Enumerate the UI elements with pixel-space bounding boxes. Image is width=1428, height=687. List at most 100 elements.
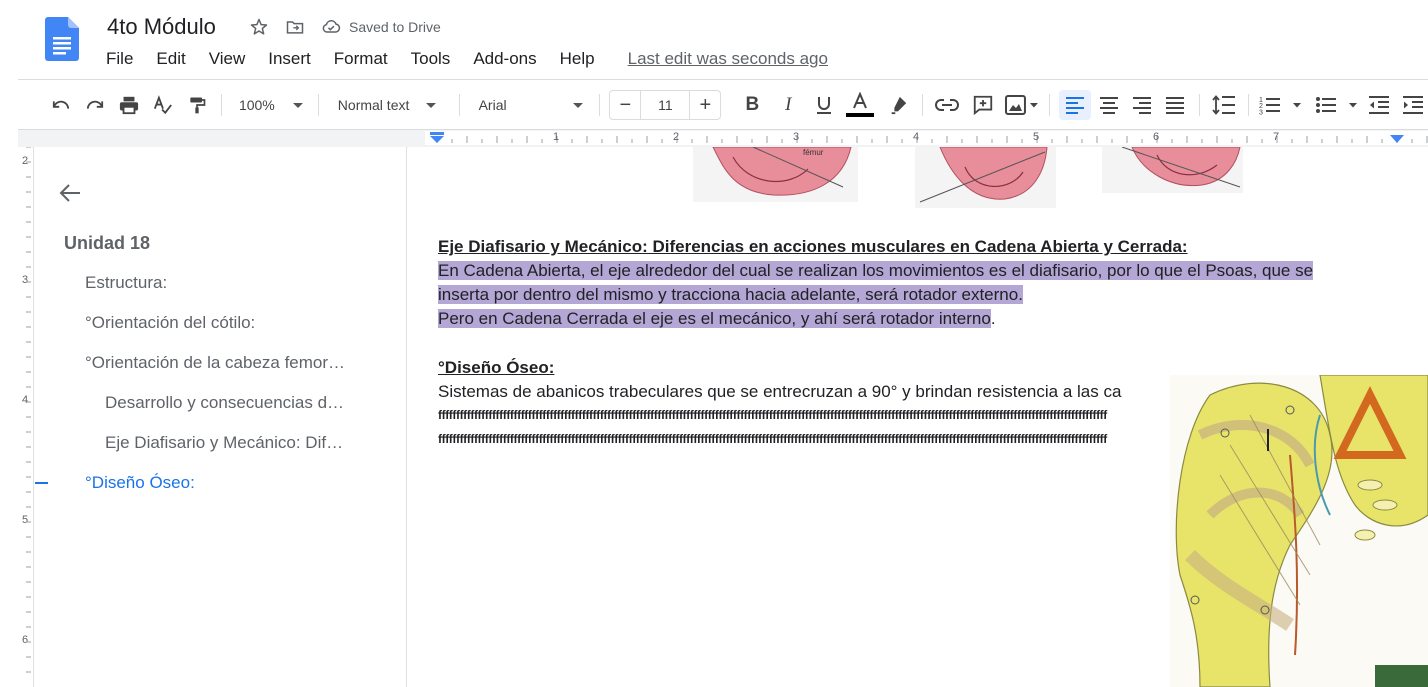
paragraph-cadena-abierta-1[interactable]: En Cadena Abierta, el eje alrededor del … xyxy=(438,261,1314,281)
outline-item-orientacion-cotilo[interactable]: °Orientación del cótilo: xyxy=(85,313,255,333)
chevron-down-icon xyxy=(572,102,583,108)
zoom-dropdown[interactable]: 100% xyxy=(231,97,309,113)
last-edit-link[interactable]: Last edit was seconds ago xyxy=(628,49,836,69)
highlighted-text: Pero en Cadena Cerrada el eje es el mecá… xyxy=(438,309,991,328)
close-outline-arrow-icon[interactable] xyxy=(59,183,81,208)
chevron-down-icon xyxy=(426,102,437,108)
highlighted-text: En Cadena Abierta, el eje alrededor del … xyxy=(438,261,1314,280)
hip-figure-1[interactable]: fémur xyxy=(693,147,858,202)
ruler-number: 2 xyxy=(673,131,680,143)
print-icon[interactable] xyxy=(114,90,144,120)
menu-tools[interactable]: Tools xyxy=(411,49,459,69)
outline-item-diseno-oseo[interactable]: °Diseño Óseo: xyxy=(85,473,195,493)
horizontal-ruler[interactable]: 1 2 3 4 5 6 7 xyxy=(425,131,1428,145)
chevron-down-icon xyxy=(292,102,303,108)
add-comment-icon[interactable] xyxy=(968,90,998,120)
bulleted-list-icon[interactable] xyxy=(1314,90,1362,120)
fig-label: fémur xyxy=(803,148,824,157)
menu-file[interactable]: File xyxy=(106,49,141,69)
redo-icon[interactable] xyxy=(80,90,110,120)
increase-indent-icon[interactable] xyxy=(1398,90,1428,120)
paragraph-cadena-cerrada[interactable]: Pero en Cadena Cerrada el eje es el mecá… xyxy=(438,309,996,329)
highlighted-text: inserta por dentro del mismo y tracciona… xyxy=(438,285,1023,304)
style-dropdown[interactable]: Normal text xyxy=(328,97,450,113)
font-size-control: − 11 + xyxy=(609,90,722,120)
heading-diseno-oseo[interactable]: °Diseño Óseo: xyxy=(438,358,554,378)
insert-image-icon[interactable] xyxy=(1004,90,1040,120)
highlight-color-icon[interactable] xyxy=(883,90,913,120)
header: 4to Módulo Saved to Drive File Edit View… xyxy=(0,0,1428,80)
outline-item-eje-diafisario[interactable]: Eje Diafisario y Mecánico: Dif… xyxy=(105,433,343,453)
menu-bar: File Edit View Insert Format Tools Add-o… xyxy=(106,49,836,69)
outline-title[interactable]: Unidad 18 xyxy=(64,233,150,254)
line-spacing-icon[interactable] xyxy=(1209,90,1239,120)
menu-edit[interactable]: Edit xyxy=(156,49,193,69)
font-dropdown[interactable]: Arial xyxy=(469,97,591,113)
align-justify-icon[interactable] xyxy=(1160,90,1190,120)
decrease-font-size-button[interactable]: − xyxy=(610,91,640,119)
numbered-list-icon[interactable]: 123 xyxy=(1258,90,1306,120)
toolbar-separator xyxy=(599,94,601,116)
undo-icon[interactable] xyxy=(46,90,76,120)
ruler-number: 5 xyxy=(1033,131,1040,143)
paragraph-abanicos[interactable]: Sistemas de abanicos trabeculares que se… xyxy=(438,382,1121,402)
hip-figure-3[interactable] xyxy=(1102,147,1243,193)
decrease-indent-icon[interactable] xyxy=(1364,90,1394,120)
toolbar-separator xyxy=(220,94,222,116)
ruler-number: 7 xyxy=(1273,131,1280,143)
paint-format-icon[interactable] xyxy=(182,90,212,120)
docs-logo-icon[interactable] xyxy=(45,17,79,61)
document-page[interactable]: fémur Eje Diafisario y Mecánico: Diferen… xyxy=(407,147,1428,687)
cloud-saved-icon[interactable] xyxy=(319,15,343,39)
align-right-icon[interactable] xyxy=(1127,90,1157,120)
pelvis-trabecular-figure[interactable] xyxy=(1170,375,1428,687)
font-value: Arial xyxy=(478,97,507,113)
font-size-input[interactable]: 11 xyxy=(640,91,691,119)
align-center-icon[interactable] xyxy=(1094,90,1124,120)
move-to-folder-icon[interactable] xyxy=(283,15,307,39)
hip-figure-2[interactable] xyxy=(915,147,1056,208)
toolbar-separator xyxy=(1049,94,1051,116)
vertical-ruler: 2 3 4 5 6 xyxy=(18,147,34,687)
outline-item-orientacion-cabeza[interactable]: °Orientación de la cabeza femor… xyxy=(85,353,345,373)
title-actions: Saved to Drive xyxy=(247,15,441,39)
style-value: Normal text xyxy=(337,97,410,113)
align-left-icon[interactable] xyxy=(1059,90,1092,120)
right-indent-marker-icon[interactable] xyxy=(1389,134,1405,146)
text-cursor xyxy=(1267,429,1269,451)
spellcheck-icon[interactable] xyxy=(148,90,178,120)
star-icon[interactable] xyxy=(247,15,271,39)
paragraph-ffff-1[interactable]: ffffffffffffffffffffffffffffffffffffffff… xyxy=(438,408,1178,422)
paragraph-cadena-abierta-2[interactable]: inserta por dentro del mismo y tracciona… xyxy=(438,285,1023,305)
ruler-number: 3 xyxy=(793,131,800,143)
increase-font-size-button[interactable]: + xyxy=(690,91,720,119)
ruler-number: 4 xyxy=(913,131,920,143)
ruler-number: 1 xyxy=(553,131,560,143)
toolbar-separator xyxy=(1248,94,1250,116)
document-outline-panel: Unidad 18 Estructura: °Orientación del c… xyxy=(35,147,407,687)
left-indent-marker-icon[interactable] xyxy=(429,132,445,144)
italic-icon[interactable]: I xyxy=(773,90,803,120)
paragraph-ffff-2[interactable]: ffffffffffffffffffffffffffffffffffffffff… xyxy=(438,432,1178,446)
outline-item-estructura[interactable]: Estructura: xyxy=(85,273,167,293)
toolbar-separator xyxy=(922,94,924,116)
document-title[interactable]: 4to Módulo xyxy=(107,14,216,40)
outline-item-desarrollo[interactable]: Desarrollo y consecuencias d… xyxy=(105,393,344,413)
ruler-number: 6 xyxy=(1153,131,1160,143)
menu-help[interactable]: Help xyxy=(560,49,603,69)
active-outline-marker xyxy=(35,482,48,484)
zoom-value: 100% xyxy=(238,97,275,113)
underline-icon[interactable] xyxy=(809,90,839,120)
menu-view[interactable]: View xyxy=(209,49,254,69)
menu-format[interactable]: Format xyxy=(334,49,396,69)
menu-addons[interactable]: Add-ons xyxy=(473,49,544,69)
bold-icon[interactable]: B xyxy=(737,90,767,120)
heading-eje-diafisario[interactable]: Eje Diafisario y Mecánico: Diferencias e… xyxy=(438,237,1188,257)
text-color-icon[interactable] xyxy=(845,90,875,120)
toolbar: 100% Normal text Arial − 11 + B I 1 2 3 xyxy=(18,84,1428,126)
link-icon[interactable] xyxy=(932,90,962,120)
google-docs-window: 4to Módulo Saved to Drive File Edit View… xyxy=(0,0,1428,687)
paragraph-tail: . xyxy=(990,309,996,328)
menu-insert[interactable]: Insert xyxy=(268,49,319,69)
toolbar-separator xyxy=(317,94,319,116)
